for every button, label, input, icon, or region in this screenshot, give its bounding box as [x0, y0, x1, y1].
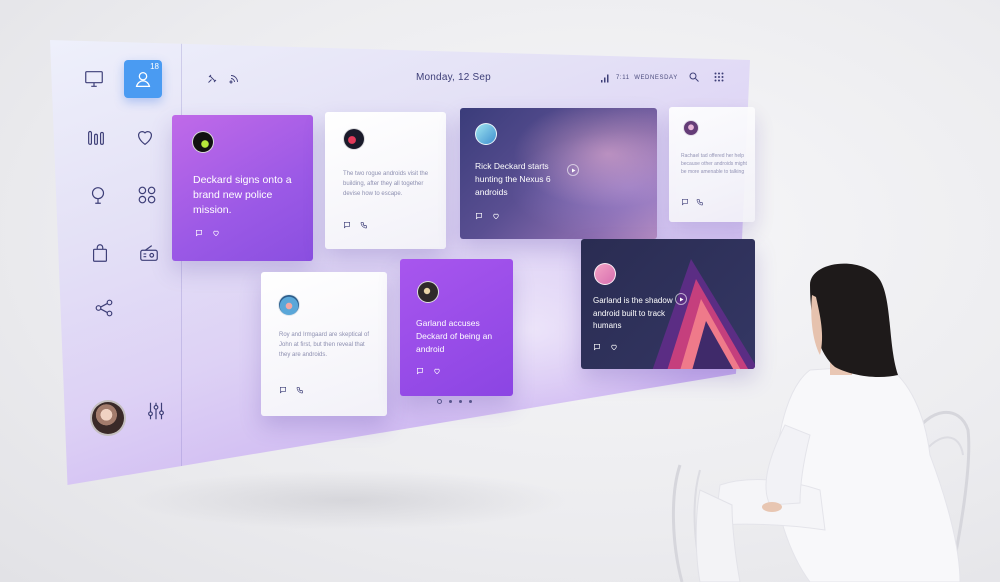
sidebar-divider: [181, 40, 182, 485]
clock-weekday: WEDNESDAY: [634, 75, 678, 81]
radio-icon[interactable]: [134, 238, 164, 268]
share-icon[interactable]: [89, 293, 119, 323]
bar-chart-icon[interactable]: [81, 122, 111, 152]
comment-icon[interactable]: [416, 367, 424, 375]
character-avatar: [343, 128, 365, 150]
character-avatar: [192, 131, 214, 153]
page-dot[interactable]: [449, 400, 452, 403]
comment-icon[interactable]: [343, 221, 351, 229]
heart-icon[interactable]: [492, 212, 500, 220]
story-card[interactable]: The two rogue androids visit the buildin…: [325, 112, 446, 249]
satellite-icon[interactable]: [205, 72, 219, 86]
topbar-date: Monday, 12 Sep: [416, 72, 491, 83]
page-dot[interactable]: [459, 400, 462, 403]
page-dot-active[interactable]: [437, 399, 442, 404]
phone-icon[interactable]: [360, 221, 368, 229]
story-card[interactable]: Roy and Irmgaard are skeptical of John a…: [261, 272, 387, 416]
comment-icon[interactable]: [279, 386, 287, 394]
character-avatar: [417, 281, 439, 303]
card-actions: [416, 367, 441, 375]
monitor-icon[interactable]: [79, 64, 109, 94]
card-text: The two rogue androids visit the buildin…: [343, 171, 429, 197]
seated-person-illustration: [671, 263, 971, 582]
card-title: Deckard signs onto a brand new police mi…: [193, 174, 292, 216]
location-pin-icon[interactable]: [83, 180, 113, 210]
user-avatar[interactable]: [90, 400, 126, 436]
play-icon: [571, 168, 575, 172]
profile-button[interactable]: 18: [124, 60, 162, 98]
story-card[interactable]: Deckard signs onto a brand new police mi…: [172, 115, 313, 261]
heart-icon[interactable]: [610, 343, 618, 351]
page-dot[interactable]: [469, 400, 472, 403]
card-text: Roy and Irmgaard are skeptical of John a…: [279, 332, 370, 358]
card-actions: [343, 221, 368, 229]
comment-icon[interactable]: [475, 212, 483, 220]
topbar-clock: 7:11 WEDNESDAY: [616, 75, 678, 81]
notification-badge: 18: [150, 62, 159, 71]
character-avatar: [594, 263, 616, 285]
story-card-featured[interactable]: Rick Deckard starts hunting the Nexus 6 …: [460, 108, 657, 239]
card-actions: [681, 198, 704, 206]
signal-strength-icon: [598, 71, 612, 85]
floor-shadow: [130, 470, 570, 530]
phone-icon[interactable]: [696, 198, 704, 206]
sliders-icon[interactable]: [141, 396, 171, 426]
shopping-bag-icon[interactable]: [85, 238, 115, 268]
card-title: Garland accuses Deckard of being an andr…: [416, 318, 493, 354]
comment-icon[interactable]: [195, 229, 203, 237]
clock-time: 7:11: [616, 75, 630, 81]
pagination: [437, 399, 472, 404]
character-avatar: [278, 294, 300, 316]
phone-icon[interactable]: [296, 386, 304, 394]
character-avatar: [683, 120, 699, 136]
apps-grid-icon[interactable]: [712, 70, 726, 84]
card-text: Rachael tad offered her help because oth…: [681, 153, 747, 175]
story-card[interactable]: Garland accuses Deckard of being an andr…: [400, 259, 513, 396]
comment-icon[interactable]: [593, 343, 601, 351]
heart-icon[interactable]: [433, 367, 441, 375]
card-actions: [279, 386, 304, 394]
card-actions: [195, 229, 220, 237]
play-button[interactable]: [567, 164, 579, 176]
card-title: Rick Deckard starts hunting the Nexus 6 …: [475, 161, 551, 197]
heart-icon[interactable]: [130, 122, 160, 152]
signal-waves-icon[interactable]: [227, 72, 241, 86]
story-card[interactable]: Rachael tad offered her help because oth…: [669, 107, 755, 222]
user-icon: [135, 71, 151, 87]
grid-icon[interactable]: [132, 180, 162, 210]
comment-icon[interactable]: [681, 198, 689, 206]
character-avatar: [475, 123, 497, 145]
search-icon[interactable]: [687, 70, 701, 84]
card-actions: [593, 343, 618, 351]
card-actions: [475, 212, 500, 220]
heart-icon[interactable]: [212, 229, 220, 237]
